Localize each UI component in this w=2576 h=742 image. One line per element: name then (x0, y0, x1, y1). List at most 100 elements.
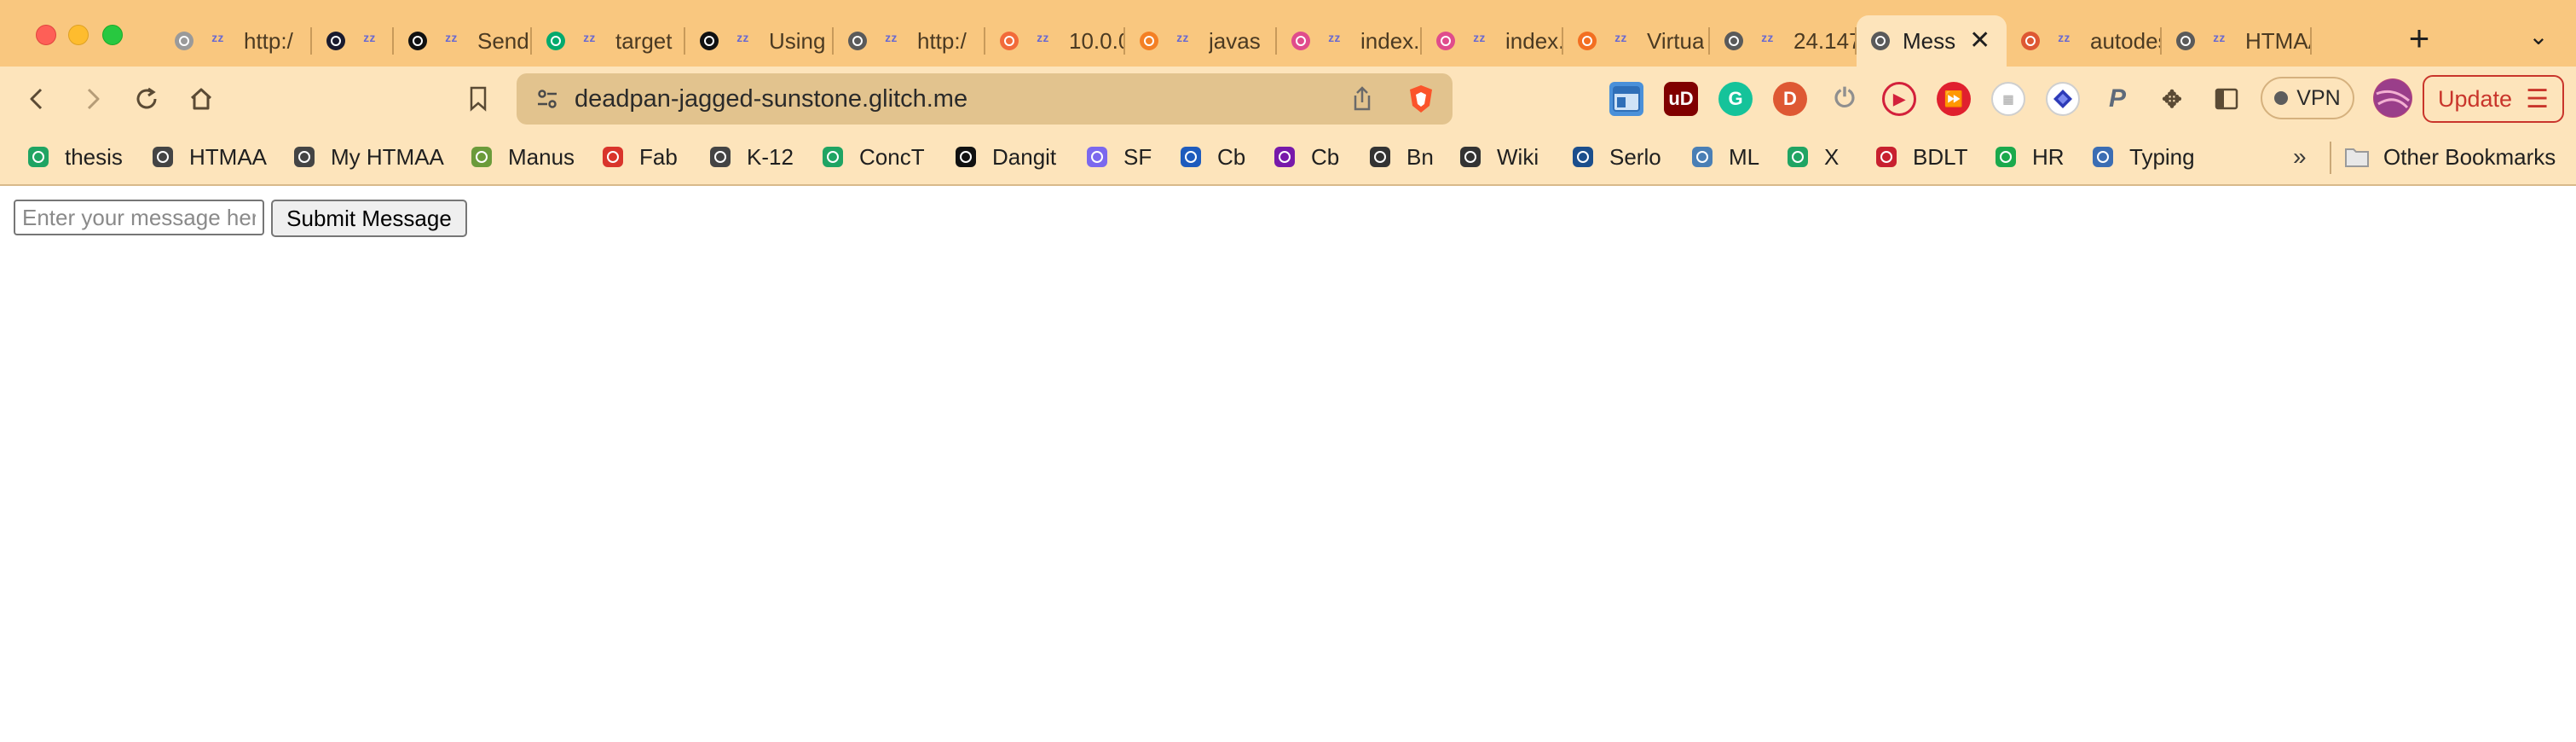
bookmark-item[interactable]: HTMAA (150, 140, 267, 174)
minimize-window-button[interactable] (68, 25, 89, 45)
tab[interactable]: ᶻᶻ http:/ (834, 15, 985, 67)
tab[interactable]: ᶻᶻ autodesk (2007, 15, 2162, 67)
more-bookmarks-chevron-icon[interactable]: » (2293, 143, 2307, 171)
m-logo-icon (697, 29, 721, 53)
folder-icon (2344, 144, 2370, 170)
bookmark-item[interactable]: Bn (1367, 140, 1434, 174)
wikipedia-icon (1458, 144, 1483, 170)
tab-search-chevron-icon[interactable]: ⌄ (2521, 22, 2556, 56)
tab[interactable]: ᶻᶻ index.htm (1277, 15, 1422, 67)
tab-title: autodesk (2090, 27, 2162, 54)
tab-title: http:/ (244, 27, 293, 54)
vpn-button[interactable]: VPN (2261, 77, 2354, 119)
tab[interactable]: ᶻᶻ Virtua (1563, 15, 1710, 67)
tab[interactable]: ᶻᶻ index.htm (1422, 15, 1563, 67)
back-button[interactable] (20, 82, 55, 116)
sleeping-tab-icon: ᶻᶻ (2213, 32, 2226, 50)
tab[interactable]: ᶻᶻ Sendi (394, 15, 532, 67)
bookmark-item[interactable]: K-12 (708, 140, 794, 174)
bookmark-item[interactable]: My HTMAA (292, 140, 444, 174)
bookmark-item[interactable]: BDLT (1874, 140, 1968, 174)
tab-title: index.htm (1505, 27, 1563, 54)
sleeping-tab-icon: ᶻᶻ (583, 32, 596, 50)
close-tab-icon[interactable]: ✕ (1969, 28, 1993, 54)
bookmark-item[interactable]: HR (1993, 140, 2065, 174)
tab[interactable]: ᶻᶻ 24.147.2 (1710, 15, 1857, 67)
bookmark-item[interactable]: Typing (2090, 140, 2195, 174)
bookmark-item[interactable]: Cb (1178, 140, 1245, 174)
bookmark-label: K-12 (747, 143, 794, 170)
sleeping-tab-icon: ᶻᶻ (363, 32, 376, 50)
bookmark-item[interactable]: Fab (600, 140, 678, 174)
sleeping-tab-icon: ᶻᶻ (885, 32, 898, 50)
fast-forward-icon[interactable]: ⏩ (1937, 82, 1971, 116)
bookmark-item[interactable]: ConcT (820, 140, 925, 174)
extension-window-icon[interactable] (1609, 82, 1643, 116)
bracket-logo-icon (324, 29, 348, 53)
site-settings-icon[interactable] (535, 87, 559, 115)
bookmark-label: Typing (2129, 143, 2195, 170)
bookmark-icon (470, 86, 487, 112)
address-bar[interactable]: deadpan-jagged-sunstone.glitch.me (517, 73, 1453, 125)
close-window-button[interactable] (36, 25, 56, 45)
brave-shields-icon[interactable] (1406, 84, 1435, 119)
tab-title: 10.0.0.74 (1069, 27, 1125, 54)
bookmark-item[interactable]: X (1785, 140, 1839, 174)
bookmark-item[interactable]: Wiki (1458, 140, 1539, 174)
zoom-window-button[interactable] (102, 25, 123, 45)
submit-message-button[interactable]: Submit Message (271, 200, 467, 237)
sidebar-toggle-icon[interactable] (2209, 82, 2244, 116)
bookmark-label: Dangit (992, 143, 1057, 170)
new-tab-button[interactable]: + (2399, 19, 2440, 60)
paypal-icon[interactable]: P (2100, 82, 2134, 116)
tab[interactable]: ᶻᶻHow t (312, 15, 394, 67)
sheet-icon (469, 144, 494, 170)
duckduckgo-extension-icon[interactable]: D (1773, 82, 1807, 116)
power-icon[interactable]: ⏻ (1828, 82, 1862, 116)
globe-icon (172, 29, 196, 53)
bookmark-item[interactable]: Serlo (1570, 140, 1661, 174)
grammarly-icon[interactable]: G (1718, 82, 1753, 116)
tab[interactable]: ᶻᶻ javas (1125, 15, 1277, 67)
google-drive-icon (26, 144, 51, 170)
bookmark-label: BDLT (1913, 143, 1968, 170)
duckduckgo-icon (2019, 29, 2042, 53)
bookmark-item[interactable]: Manus (469, 140, 575, 174)
tab[interactable]: ᶻᶻ http:/ (160, 15, 312, 67)
forward-button[interactable] (75, 82, 109, 116)
tab[interactable]: ᶻᶻ HTMAA F (2162, 15, 2312, 67)
url-text[interactable]: deadpan-jagged-sunstone.glitch.me (575, 85, 967, 113)
reload-button[interactable] (130, 82, 164, 116)
ml-logo-icon (1689, 144, 1715, 170)
ublock-origin-icon[interactable]: uD (1664, 82, 1698, 116)
tab-title: 24.147.2 (1793, 27, 1857, 54)
reload-icon (136, 87, 157, 109)
bookmark-item[interactable]: thesis (26, 140, 123, 174)
tab[interactable]: ᶻᶻ target (532, 15, 685, 67)
update-button[interactable]: Update ☰ (2423, 75, 2564, 123)
back-arrow-icon (30, 88, 43, 110)
layers-extension-icon[interactable] (2046, 82, 2080, 116)
bookmark-item[interactable]: Dangit (953, 140, 1056, 174)
bookmark-item[interactable]: Cb (1272, 140, 1339, 174)
tab-title: Sendi (477, 27, 532, 54)
browser-toolbar: deadpan-jagged-sunstone.glitch.me uD G D… (0, 67, 2576, 131)
sleeping-tab-icon: ᶻᶻ (2058, 32, 2071, 50)
tab[interactable]: ᶻᶻ 10.0.0.74 (985, 15, 1125, 67)
bookmark-page-button[interactable] (461, 82, 495, 116)
share-icon[interactable] (1350, 85, 1374, 117)
menu-icon: ☰ (2526, 84, 2549, 113)
globe-icon (292, 144, 317, 170)
other-bookmarks-folder[interactable]: Other Bookmarks (2344, 140, 2556, 174)
bookmark-item[interactable]: ML (1689, 140, 1759, 174)
fab-logo-icon (600, 144, 626, 170)
tab-active[interactable]: Mess ✕ (1857, 15, 2007, 67)
home-button[interactable] (184, 82, 218, 116)
grid-extension-icon[interactable]: ▦ (1991, 82, 2025, 116)
extensions-puzzle-icon[interactable]: ✥ (2155, 82, 2189, 116)
bookmark-item[interactable]: SF (1084, 140, 1152, 174)
tab[interactable]: ᶻᶻ Using (685, 15, 834, 67)
profile-avatar-icon[interactable] (2373, 78, 2412, 118)
message-input[interactable] (14, 200, 264, 235)
play-circle-icon[interactable]: ▶ (1882, 82, 1916, 116)
